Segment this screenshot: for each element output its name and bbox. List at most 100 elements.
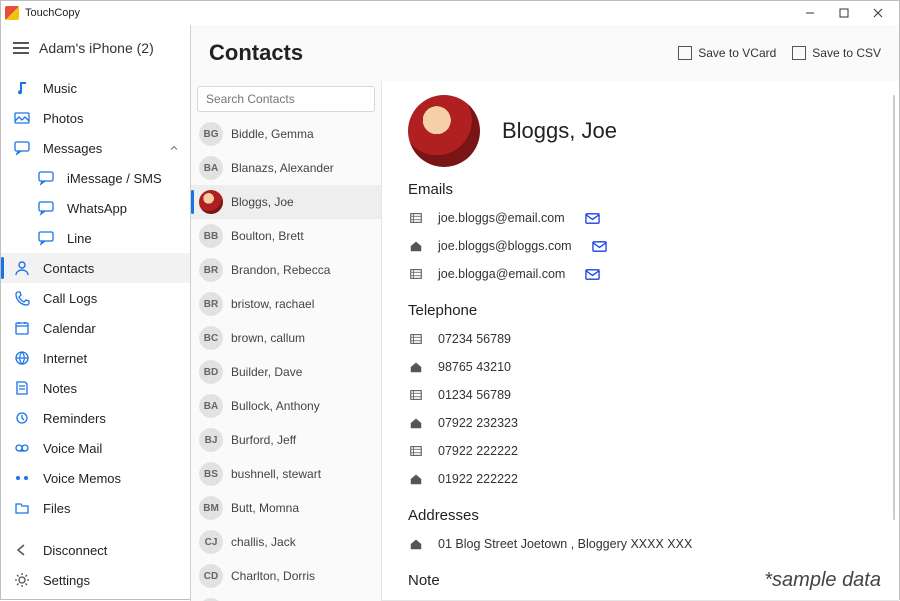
contact-list-item[interactable]: CJ challis, Jack — [191, 525, 381, 559]
contact-list-name: brown, callum — [231, 331, 305, 345]
calendar-icon — [13, 320, 31, 336]
contact-name: Bloggs, Joe — [502, 118, 617, 144]
contact-list-item[interactable]: BJ Burford, Jeff — [191, 423, 381, 457]
contact-list-item[interactable]: BSbushnell, stewart — [191, 457, 381, 491]
device-row[interactable]: Adam's iPhone (2) — [1, 31, 190, 65]
sidebar-item-label: Reminders — [43, 411, 106, 426]
sidebar-item-reminders[interactable]: Reminders — [1, 403, 190, 433]
sidebar-item-call logs[interactable]: Call Logs — [1, 283, 190, 313]
chevron-up-icon — [168, 142, 180, 154]
home-icon — [408, 537, 424, 551]
envelope-icon[interactable] — [585, 211, 600, 226]
envelope-icon[interactable] — [592, 239, 607, 254]
contact-avatar — [408, 95, 480, 167]
sidebar-item-messages[interactable]: Messages — [1, 133, 190, 163]
work-icon — [408, 267, 424, 281]
contact-list-name: bushnell, stewart — [231, 467, 321, 481]
detail-value: joe.bloggs@email.com — [438, 211, 565, 225]
app-title: TouchCopy — [25, 7, 80, 19]
contact-list-item[interactable]: BGBiddle, Gemma — [191, 117, 381, 151]
contact-list-item[interactable]: CDCharlton, Dorris — [191, 559, 381, 593]
sidebar-item-label: Music — [43, 81, 77, 96]
contact-icon — [13, 260, 31, 276]
sidebar-item-disconnect[interactable]: Disconnect — [1, 535, 190, 565]
message-icon — [37, 200, 55, 216]
contact-initials-icon: BG — [199, 122, 223, 146]
photo-icon — [13, 110, 31, 126]
sidebar-item-line[interactable]: Line — [1, 223, 190, 253]
sidebar-item-calendar[interactable]: Calendar — [1, 313, 190, 343]
sidebar-item-voice memos[interactable]: Voice Memos — [1, 463, 190, 493]
music-icon — [13, 80, 31, 96]
contact-initials-icon: BA — [199, 394, 223, 418]
detail-value: 07922 232323 — [438, 416, 518, 430]
save-csv-button[interactable]: Save to CSV — [792, 46, 881, 60]
message-icon — [37, 230, 55, 246]
sidebar-item-label: Contacts — [43, 261, 94, 276]
sidebar-item-contacts[interactable]: Contacts — [1, 253, 190, 283]
menu-icon — [13, 42, 29, 54]
sidebar-item-label: Voice Mail — [43, 441, 102, 456]
save-vcard-button[interactable]: Save to VCard — [678, 46, 776, 60]
detail-row: joe.blogga@email.com — [408, 260, 873, 288]
detail-row: 01234 56789 — [408, 381, 873, 409]
globe-icon — [13, 350, 31, 366]
home-icon — [408, 416, 424, 430]
sidebar-item-imessage-sms[interactable]: iMessage / SMS — [1, 163, 190, 193]
contact-initials-icon: BB — [199, 224, 223, 248]
contact-list-item[interactable]: BABlanazs, Alexander — [191, 151, 381, 185]
sidebar: Adam's iPhone (2) Music Photos Messages … — [1, 25, 191, 601]
sidebar-item-photos[interactable]: Photos — [1, 103, 190, 133]
telephone-heading: Telephone — [408, 302, 873, 319]
contact-initials-icon: BJ — [199, 428, 223, 452]
sidebar-item-settings[interactable]: Settings — [1, 565, 190, 595]
reminder-icon — [13, 410, 31, 426]
detail-row: 01 Blog Street Joetown , Bloggery XXXX X… — [408, 530, 873, 558]
content-header: Contacts Save to VCard Save to CSV — [191, 25, 899, 81]
note-icon — [13, 380, 31, 396]
sidebar-item-label: Settings — [43, 573, 90, 588]
work-icon — [408, 444, 424, 458]
detail-value: joe.bloggs@bloggs.com — [438, 239, 572, 253]
titlebar: TouchCopy — [1, 1, 899, 25]
detail-value: 07234 56789 — [438, 332, 511, 346]
detail-row: 07922 222222 — [408, 437, 873, 465]
contact-list-item[interactable]: BRBrandon, Rebecca — [191, 253, 381, 287]
sidebar-item-voice mail[interactable]: Voice Mail — [1, 433, 190, 463]
contact-list-name: Boulton, Brett — [231, 229, 304, 243]
sidebar-item-notes[interactable]: Notes — [1, 373, 190, 403]
contacts-list-pane: BGBiddle, Gemma BABlanazs, Alexander Blo… — [191, 81, 381, 601]
sidebar-item-label: Photos — [43, 111, 83, 126]
sidebar-item-label: iMessage / SMS — [67, 171, 162, 186]
envelope-icon[interactable] — [585, 267, 600, 282]
contact-list-item[interactable]: BC brown, callum — [191, 321, 381, 355]
sidebar-item-label: Files — [43, 501, 70, 516]
sidebar-item-internet[interactable]: Internet — [1, 343, 190, 373]
sidebar-item-music[interactable]: Music — [1, 73, 190, 103]
work-icon — [408, 332, 424, 346]
contacts-list[interactable]: BGBiddle, Gemma BABlanazs, Alexander Blo… — [191, 117, 381, 601]
contact-initials-icon: CJ — [199, 530, 223, 554]
window-minimize-button[interactable] — [793, 2, 827, 24]
contact-list-item[interactable]: BRbristow, rachael — [191, 287, 381, 321]
sidebar-item-files[interactable]: Files — [1, 493, 190, 523]
sidebar-item-whatsapp[interactable]: WhatsApp — [1, 193, 190, 223]
contact-list-item[interactable]: BMButt, Momna — [191, 491, 381, 525]
contact-initials-icon: BM — [199, 496, 223, 520]
window-maximize-button[interactable] — [827, 2, 861, 24]
contact-list-item[interactable]: Bloggs, Joe — [191, 185, 381, 219]
contact-list-name: challis, Jack — [231, 535, 296, 549]
contact-list-item[interactable]: BABullock, Anthony — [191, 389, 381, 423]
window-close-button[interactable] — [861, 2, 895, 24]
contact-initials-icon: BC — [199, 326, 223, 350]
sidebar-item-label: Call Logs — [43, 291, 97, 306]
contact-list-name: bristow, rachael — [231, 297, 314, 311]
detail-value: 01234 56789 — [438, 388, 511, 402]
sidebar-item-label: Messages — [43, 141, 102, 156]
contact-list-item[interactable]: BDBuilder, Dave — [191, 355, 381, 389]
contact-list-name: Burford, Jeff — [231, 433, 296, 447]
contact-list-item[interactable]: BB Boulton, Brett — [191, 219, 381, 253]
search-input[interactable] — [197, 86, 375, 112]
device-name: Adam's iPhone (2) — [39, 40, 154, 56]
contact-detail: Bloggs, Joe Emails joe.bloggs@email.com … — [381, 81, 899, 601]
